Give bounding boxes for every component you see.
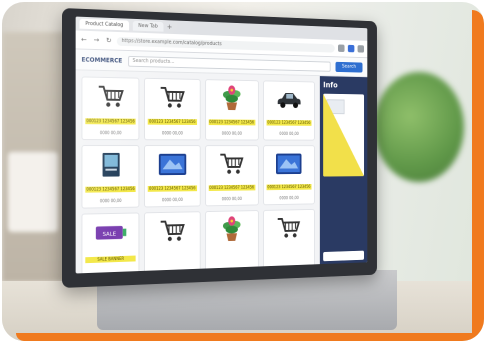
product-label: 000123 1234567 123456 <box>147 118 197 125</box>
screen: Product Catalog New Tab + ← → ↻ https://… <box>75 16 368 274</box>
extension-icon[interactable] <box>338 44 345 53</box>
profile-icon[interactable] <box>347 44 355 53</box>
product-meta: 0000 00,00 <box>279 195 299 201</box>
product-meta: 0000 00,00 <box>221 196 242 202</box>
tablet-icon <box>157 150 188 179</box>
shopping-cart-icon <box>157 216 188 246</box>
product-grid: 000123 1234567 123456 0000 00,00 000123 12… <box>76 70 320 274</box>
shopping-cart-icon <box>95 82 127 112</box>
photo-frame: Product Catalog New Tab + ← → ↻ https://… <box>2 2 484 341</box>
svg-text:SALE: SALE <box>102 231 116 237</box>
monitor: Product Catalog New Tab + ← → ↻ https://… <box>62 8 377 288</box>
product-label: 000123 1234567 123456 <box>208 184 256 191</box>
promo-card[interactable] <box>323 93 365 177</box>
product-label: SALE BANNER <box>85 255 136 264</box>
new-tab-button[interactable]: + <box>167 23 172 31</box>
product-card[interactable] <box>144 211 201 274</box>
product-card[interactable] <box>262 208 315 271</box>
brand-logo[interactable]: ECOMMERCE <box>81 56 122 64</box>
back-arrow-icon[interactable]: ← <box>80 35 89 44</box>
potted-plant-icon <box>217 84 247 113</box>
product-card[interactable]: 000123 1234567 123456 0000 00,00 <box>204 145 259 207</box>
product-card[interactable]: 000123 1234567 123456 0000 00,00 <box>81 76 140 141</box>
side-panel: Info <box>319 76 368 266</box>
accent-bar-right <box>472 10 484 340</box>
product-label: 000123 1234567 123456 <box>266 119 312 126</box>
product-meta: 0000 00,00 <box>161 130 183 136</box>
main-content: 000123 1234567 123456 0000 00,00 000123 12… <box>76 70 368 274</box>
product-card[interactable]: 000123 1234567 123456 0000 00,00 <box>144 77 201 141</box>
accent-bar-bottom <box>16 333 478 341</box>
reload-icon[interactable]: ↻ <box>104 36 113 45</box>
product-meta: 0000 00,00 <box>279 131 299 136</box>
car-icon <box>275 85 304 113</box>
product-meta: 0000 00,00 <box>99 130 122 136</box>
product-meta: 0000 00,00 <box>99 198 122 204</box>
side-panel-input[interactable] <box>323 250 365 262</box>
product-label: 000123 1234567 123456 <box>85 185 136 193</box>
product-meta: 0000 00,00 <box>221 130 242 136</box>
potted-plant-icon <box>217 215 247 244</box>
product-label: 000123 1234567 123456 <box>85 117 136 125</box>
shopping-cart-icon <box>217 150 247 179</box>
product-meta: 0000 00,00 <box>161 197 183 203</box>
product-label: 000123 1234567 123456 <box>147 184 197 192</box>
product-card[interactable]: 000123 1234567 123456 0000 00,00 <box>144 145 201 208</box>
product-card[interactable]: 000123 1234567 123456 0000 00,00 <box>262 80 315 141</box>
side-panel-title: Info <box>323 80 338 90</box>
background-plant <box>374 72 464 182</box>
book-icon <box>95 150 127 180</box>
product-label: 000123 1234567 123456 <box>266 183 312 190</box>
search-button[interactable]: Search <box>335 61 363 73</box>
product-card[interactable] <box>204 210 259 273</box>
forward-arrow-icon[interactable]: → <box>92 36 101 45</box>
product-card[interactable]: 000123 1234567 123456 0000 00,00 <box>204 79 259 141</box>
browser-tab-active[interactable]: Product Catalog <box>79 18 129 31</box>
label-sticker-icon: SALE <box>95 218 127 248</box>
product-card[interactable]: 000123 1234567 123456 0000 00,00 <box>81 145 140 209</box>
product-card[interactable]: SALE SALE BANNER <box>81 212 140 274</box>
promo-graphic <box>323 93 365 177</box>
address-bar[interactable]: https://store.example.com/catalog/produc… <box>116 36 335 53</box>
browser-tab[interactable]: New Tab <box>132 20 164 32</box>
shopping-cart-icon <box>157 83 188 112</box>
menu-icon[interactable] <box>357 45 365 53</box>
product-label: 000123 1234567 123456 <box>208 118 256 125</box>
shopping-cart-icon <box>275 214 304 243</box>
tablet-icon <box>275 150 304 178</box>
search-input[interactable]: Search products... <box>127 55 331 72</box>
product-card[interactable]: 000123 1234567 123456 0000 00,00 <box>262 145 315 206</box>
